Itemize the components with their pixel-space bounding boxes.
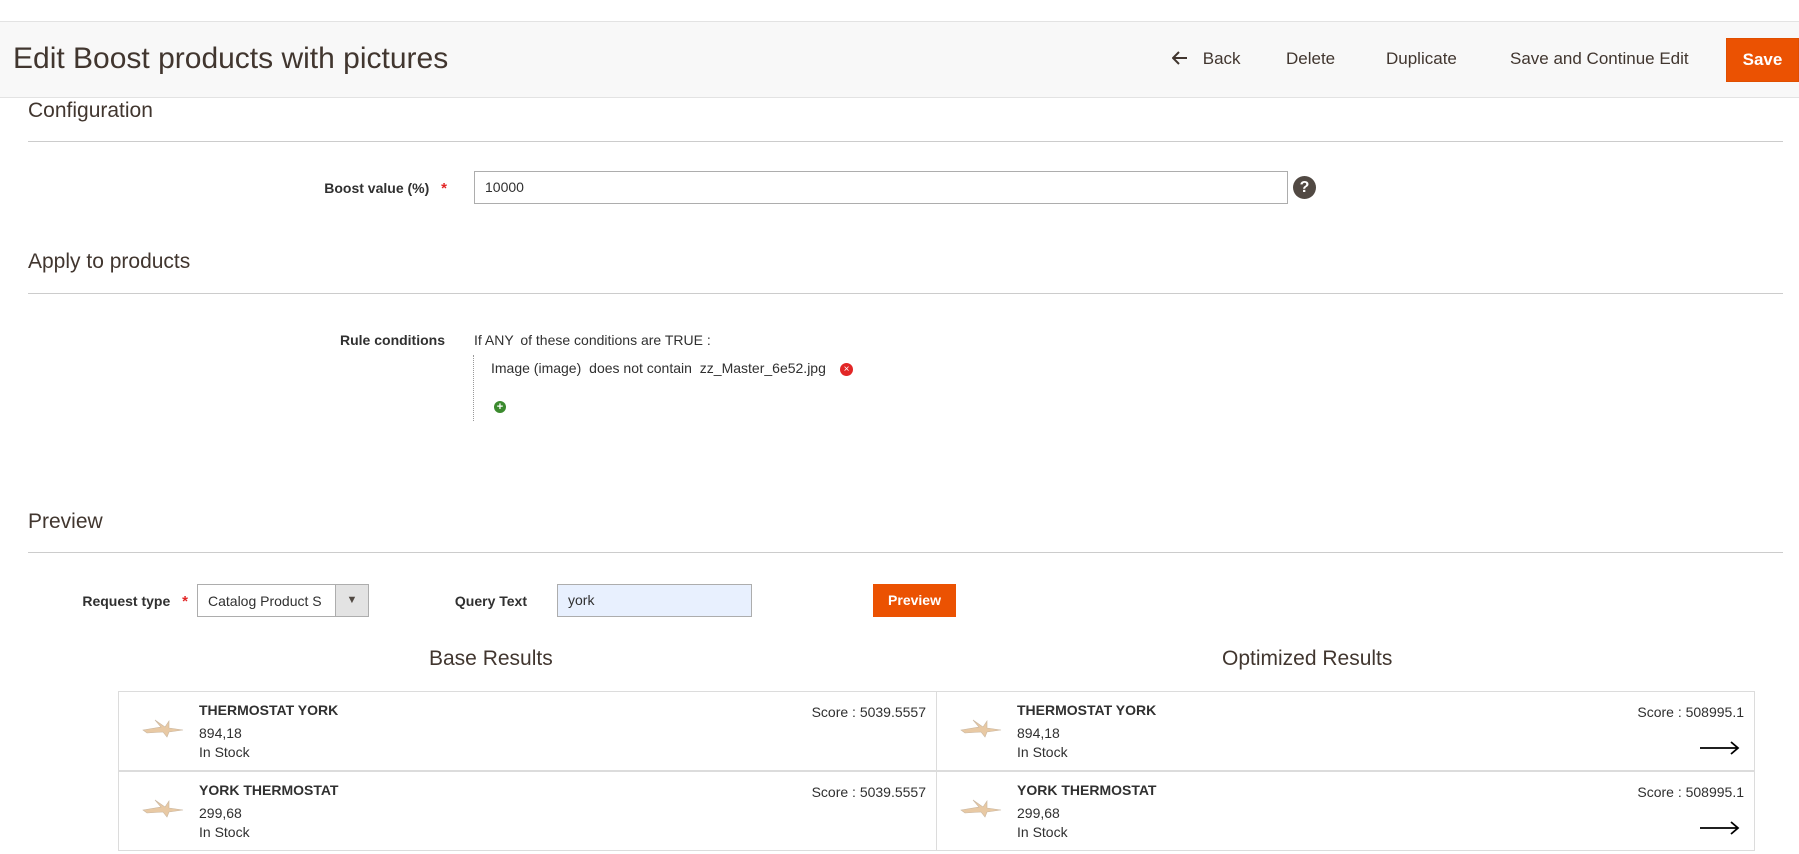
rule-condition: Image (image) does not contain zz_Master… xyxy=(491,360,826,376)
product-score: Score : 5039.5557 xyxy=(811,784,926,800)
back-label: Back xyxy=(1202,49,1241,68)
rule-value-select[interactable]: TRUE xyxy=(665,332,703,348)
required-marker: * xyxy=(182,593,188,610)
preview-section-title[interactable]: Preview xyxy=(28,510,103,534)
product-name: YORK THERMOSTAT xyxy=(1017,782,1157,798)
condition-value[interactable]: zz_Master_6e52.jpg xyxy=(700,360,826,376)
product-price: 299,68 xyxy=(199,805,242,821)
boost-value-label: Boost value (%) * xyxy=(300,180,447,197)
remove-condition-icon[interactable]: × xyxy=(840,363,853,376)
save-and-continue-button[interactable]: Save and Continue Edit xyxy=(1510,49,1689,69)
request-type-value: Catalog Product S xyxy=(208,593,322,609)
duplicate-button[interactable]: Duplicate xyxy=(1386,49,1457,69)
section-divider xyxy=(28,552,1783,553)
chevron-down-icon: ▼ xyxy=(335,585,368,616)
product-score: Score : 508995.1 xyxy=(1637,704,1744,720)
configuration-section-title[interactable]: Configuration xyxy=(28,99,153,123)
apply-section-title[interactable]: Apply to products xyxy=(28,250,190,274)
product-price: 299,68 xyxy=(1017,805,1060,821)
rule-colon: : xyxy=(706,332,711,348)
save-button[interactable]: Save xyxy=(1726,38,1799,82)
rule-if-text: If xyxy=(474,332,482,348)
product-name: YORK THERMOSTAT xyxy=(199,782,339,798)
preview-button[interactable]: Preview xyxy=(873,584,956,617)
arrow-right-icon xyxy=(1700,741,1740,755)
boost-value-input[interactable]: 10000 xyxy=(474,171,1288,204)
product-score: Score : 5039.5557 xyxy=(811,704,926,720)
product-price: 894,18 xyxy=(199,725,242,741)
product-thumbnail-icon xyxy=(960,799,1002,818)
arrow-left-icon xyxy=(1171,50,1190,70)
query-text-label: Query Text xyxy=(454,593,527,609)
required-marker: * xyxy=(441,180,447,197)
rule-of-text: of these conditions are xyxy=(520,332,662,348)
rule-header: If ANY of these conditions are TRUE : xyxy=(474,332,711,348)
back-button[interactable]: Back xyxy=(1171,49,1241,70)
product-stock: In Stock xyxy=(1017,744,1068,760)
query-text-input[interactable]: york xyxy=(557,584,752,617)
product-score: Score : 508995.1 xyxy=(1637,784,1744,800)
product-thumbnail-icon xyxy=(142,799,184,818)
boost-value-label-text: Boost value (%) xyxy=(324,180,430,196)
product-thumbnail-icon xyxy=(960,719,1002,738)
product-name: THERMOSTAT YORK xyxy=(1017,702,1157,718)
product-name: THERMOSTAT YORK xyxy=(199,702,339,718)
product-stock: In Stock xyxy=(1017,824,1068,840)
result-card[interactable]: THERMOSTAT YORK 894,18 In Stock Score : … xyxy=(118,691,937,771)
section-divider xyxy=(28,141,1783,142)
request-type-select[interactable]: Catalog Product S ▼ xyxy=(197,584,369,617)
result-card[interactable]: THERMOSTAT YORK 894,18 In Stock Score : … xyxy=(936,691,1755,771)
product-price: 894,18 xyxy=(1017,725,1060,741)
product-thumbnail-icon xyxy=(142,719,184,738)
condition-attribute[interactable]: Image (image) xyxy=(491,360,581,376)
arrow-right-icon xyxy=(1700,821,1740,835)
product-stock: In Stock xyxy=(199,744,250,760)
request-type-label: Request type * xyxy=(60,593,188,610)
page-header: Edit Boost products with pictures Back D… xyxy=(0,21,1799,98)
rule-aggregator-select[interactable]: ANY xyxy=(485,332,514,348)
add-condition-icon[interactable]: + xyxy=(494,401,506,413)
result-card[interactable]: YORK THERMOSTAT 299,68 In Stock Score : … xyxy=(936,771,1755,851)
help-icon[interactable]: ? xyxy=(1293,176,1316,199)
page-title: Edit Boost products with pictures xyxy=(13,42,449,75)
condition-operator[interactable]: does not contain xyxy=(589,360,692,376)
rule-conditions-label: Rule conditions xyxy=(340,332,445,348)
rule-tree-line xyxy=(473,355,475,421)
request-type-label-text: Request type xyxy=(82,593,171,609)
optimized-results-title: Optimized Results xyxy=(1222,647,1393,670)
section-divider xyxy=(28,293,1783,294)
result-card[interactable]: YORK THERMOSTAT 299,68 In Stock Score : … xyxy=(118,771,937,851)
delete-button[interactable]: Delete xyxy=(1286,49,1335,69)
base-results-title: Base Results xyxy=(429,647,553,670)
product-stock: In Stock xyxy=(199,824,250,840)
